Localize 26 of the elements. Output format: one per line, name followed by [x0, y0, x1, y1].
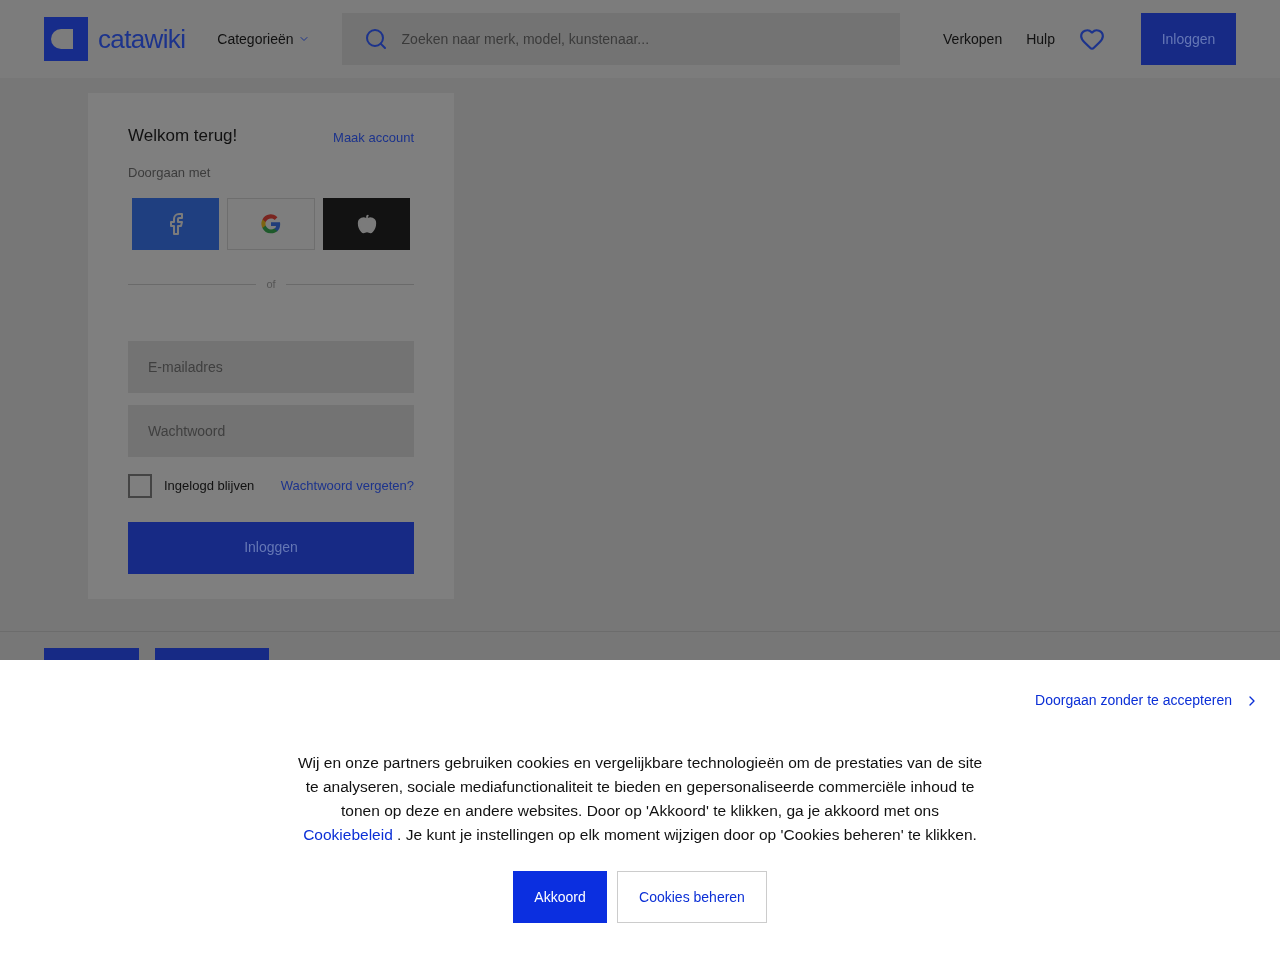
login-button[interactable]: Inloggen: [1141, 13, 1236, 65]
cookie-text: Wij en onze partners gebruiken cookies en vergelijkbare technologieën om de prestaties van de site te analyseren, sociale mediafunctionaliteit te bieden en gepersonaliseerde commerciële inhoud te tonen op deze en andere websites. Door op 'Akkoord' te klikken, ga je akkoord met ons Cookiebeleid . Je kunt je instellingen op elk moment wijzigen door op 'Cookies beheren' te klikken.: [296, 753, 984, 845]
remember-checkbox[interactable]: [128, 473, 152, 498]
continue-label: Doorgaan met: [128, 163, 212, 182]
apple-button[interactable]: [323, 198, 410, 250]
remember-label: Ingelogd blijven: [164, 476, 255, 495]
apple-icon: [356, 214, 377, 234]
cookie-policy-link[interactable]: Cookiebeleid: [303, 826, 393, 843]
google-icon: [260, 213, 282, 235]
skip-link[interactable]: Doorgaan zonder te accepteren: [1035, 690, 1260, 711]
submit-button[interactable]: Inloggen: [128, 521, 414, 574]
categories-menu[interactable]: Categorieën: [217, 28, 310, 50]
create-account-link[interactable]: Maak account: [333, 128, 414, 148]
google-button[interactable]: [227, 198, 315, 250]
login-title: Welkom terug!: [128, 125, 238, 147]
logo-icon: [44, 17, 88, 61]
forgot-password-link[interactable]: Wachtwoord vergeten?: [280, 475, 414, 496]
facebook-button[interactable]: [132, 198, 219, 250]
nav-link[interactable]: Hulp: [1026, 28, 1055, 50]
search-field[interactable]: Zoeken naar merk, model, kunstenaar...: [341, 13, 900, 65]
logo-text: catawiki: [98, 22, 186, 56]
manage-cookies-button[interactable]: Cookies beheren: [617, 871, 767, 923]
accept-button[interactable]: Akkoord: [513, 871, 607, 923]
nav-link[interactable]: Verkopen: [943, 28, 1003, 50]
search-icon: [363, 27, 388, 51]
favorites-icon[interactable]: [1079, 26, 1105, 52]
